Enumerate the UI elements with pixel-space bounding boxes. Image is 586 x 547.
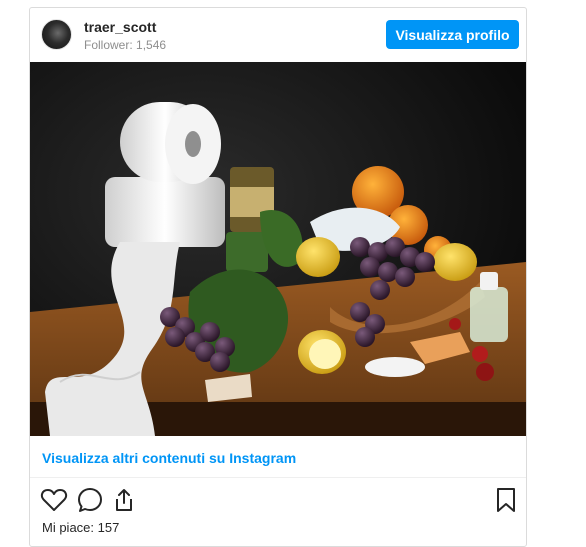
action-bar (30, 484, 526, 516)
share-icon[interactable] (110, 486, 138, 514)
post-header: traer_scott Follower: 1,546 Visualizza p… (30, 8, 526, 62)
still-life-photo (30, 62, 526, 436)
post-image[interactable] (30, 62, 526, 436)
follower-count: Follower: 1,546 (84, 38, 167, 52)
divider (30, 477, 526, 478)
comment-icon[interactable] (76, 486, 104, 514)
like-count[interactable]: Mi piace: 157 (42, 520, 119, 535)
instagram-embed-card: traer_scott Follower: 1,546 Visualizza p… (29, 7, 527, 547)
username[interactable]: traer_scott (84, 19, 156, 35)
avatar[interactable] (41, 19, 72, 50)
bookmark-icon[interactable] (492, 486, 520, 514)
view-more-on-instagram-link[interactable]: Visualizza altri contenuti su Instagram (42, 450, 296, 466)
heart-icon[interactable] (40, 486, 68, 514)
view-profile-button[interactable]: Visualizza profilo (386, 20, 519, 49)
